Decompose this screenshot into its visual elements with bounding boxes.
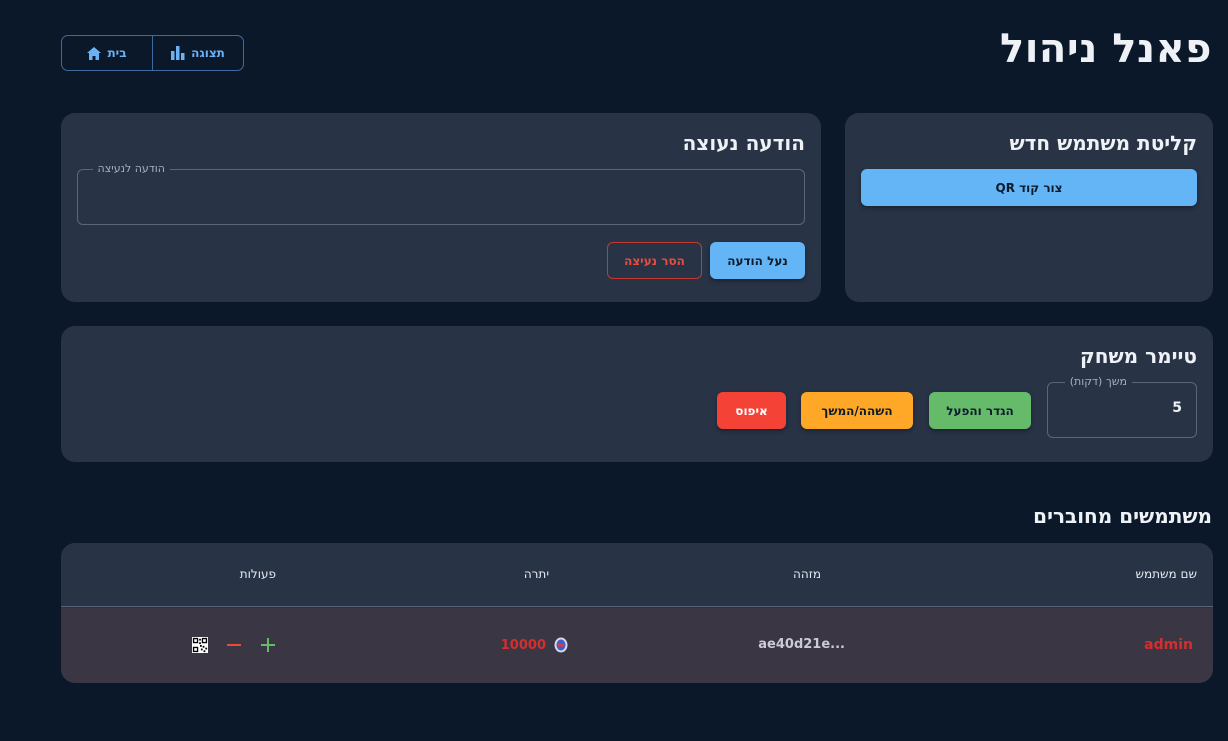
column-header-actions: פעולות [239, 567, 276, 581]
bar-chart-icon [171, 46, 185, 60]
pinned-title: הודעה נעוצה [682, 131, 805, 155]
game-timer-card: טיימר משחק משך (דקות) 5 הגדר והפעל השהה/… [61, 326, 1213, 462]
reset-timer-button[interactable]: איפוס [717, 392, 786, 429]
user-id: ...ae40d21e [758, 637, 845, 652]
pause-resume-button[interactable]: השהה/המשך [801, 392, 913, 429]
duration-value: 5 [1172, 400, 1182, 416]
timer-title: טיימר משחק [1080, 344, 1197, 368]
pinned-message-input[interactable]: הודעה לנעיצה [77, 162, 805, 225]
admin-panel: פאנל ניהול בית תצוגה קליטת משתמש חדש צור… [0, 0, 1228, 741]
coin-icon [554, 637, 568, 653]
qr-code-icon [192, 637, 208, 653]
nav-group: בית תצוגה [61, 35, 244, 71]
home-icon [87, 46, 102, 60]
home-label: בית [107, 46, 127, 60]
column-header-balance: יתרה [523, 567, 549, 581]
register-title: קליטת משתמש חדש [1009, 131, 1198, 155]
home-button[interactable]: בית [62, 36, 152, 70]
column-header-id: מזהה [793, 567, 821, 581]
pinned-message-card: הודעה נעוצה הודעה לנעיצה נעל הודעה הסר נ… [61, 113, 821, 302]
duration-legend: משך (דקות) [1064, 375, 1132, 389]
start-timer-button[interactable]: הגדר והפעל [929, 392, 1031, 429]
column-header-user: שם משתמש [1135, 567, 1197, 581]
connected-users-title: משתמשים מחוברים [1033, 504, 1212, 528]
table-header: שם משתמש מזהה יתרה פעולות [61, 543, 1213, 607]
page-title: פאנל ניהול [1000, 26, 1212, 72]
balance-value: 10000 [500, 637, 546, 653]
user-balance: 10000 [501, 637, 568, 653]
display-label: תצוגה [191, 46, 225, 60]
user-qr-button[interactable] [192, 636, 208, 654]
pin-message-button[interactable]: נעל הודעה [710, 242, 805, 279]
row-actions [192, 636, 276, 654]
table-row: admin ...ae40d21e 10000 [61, 608, 1213, 683]
users-table: שם משתמש מזהה יתרה פעולות admin ...ae40d… [61, 543, 1213, 683]
plus-icon [261, 638, 275, 652]
add-balance-button[interactable] [260, 636, 276, 654]
pinned-message-legend: הודעה לנעיצה [92, 162, 170, 176]
register-card: קליטת משתמש חדש צור קוד QR [845, 113, 1213, 302]
subtract-balance-button[interactable] [226, 636, 242, 654]
unpin-button[interactable]: הסר נעיצה [607, 242, 702, 279]
duration-input[interactable]: משך (דקות) 5 [1047, 375, 1197, 438]
display-button[interactable]: תצוגה [152, 36, 243, 70]
create-qr-button[interactable]: צור קוד QR [861, 169, 1197, 206]
minus-icon [227, 644, 241, 646]
user-name: admin [1144, 637, 1193, 653]
